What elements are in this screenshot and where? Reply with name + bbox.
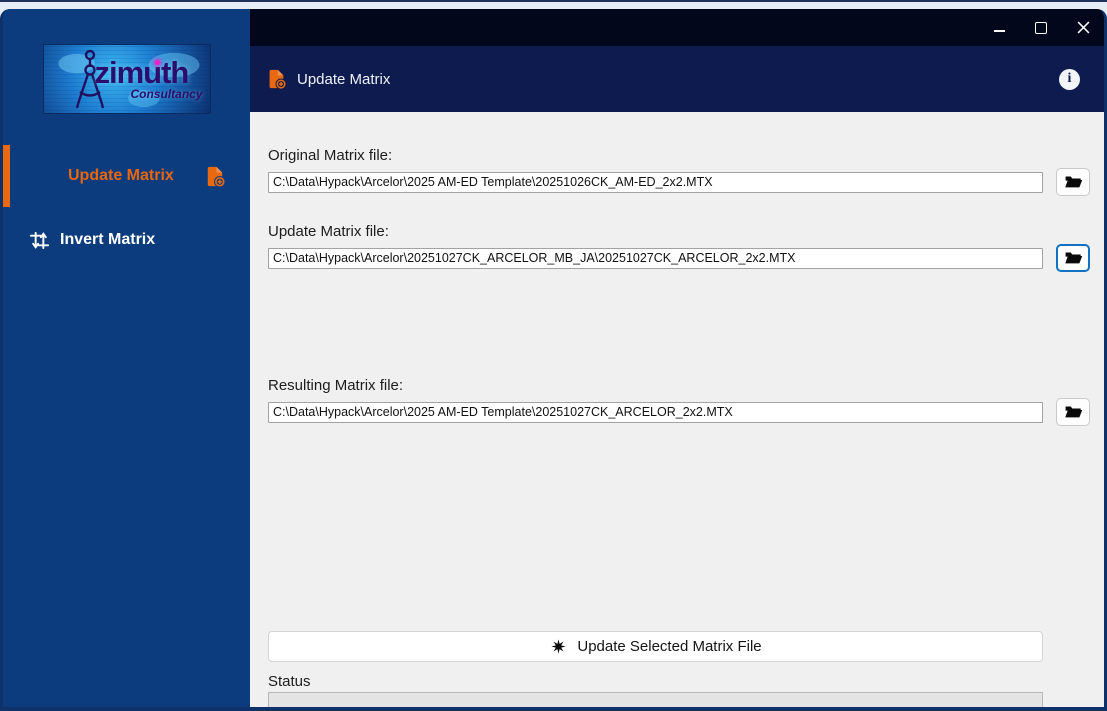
sidebar-item-invert-matrix[interactable]: Invert Matrix bbox=[3, 220, 250, 260]
update-matrix-field-group: Update Matrix file: bbox=[268, 223, 1090, 272]
update-matrix-label: Update Matrix file: bbox=[268, 223, 389, 240]
maximize-button[interactable] bbox=[1020, 9, 1062, 46]
update-selected-matrix-button[interactable]: Update Selected Matrix File bbox=[268, 631, 1043, 662]
close-icon bbox=[1077, 21, 1089, 34]
sidebar-item-label: Invert Matrix bbox=[60, 231, 156, 248]
maximize-icon bbox=[1035, 21, 1047, 34]
resulting-matrix-input[interactable] bbox=[268, 401, 1043, 423]
screen-edge bbox=[0, 0, 1107, 2]
update-button-label: Update Selected Matrix File bbox=[577, 638, 762, 655]
original-matrix-field-group: Original Matrix file: bbox=[268, 147, 1090, 196]
swap-vertical-icon bbox=[29, 231, 50, 249]
browse-resulting-button[interactable] bbox=[1056, 398, 1090, 426]
document-add-icon bbox=[269, 69, 287, 90]
azimuth-logo: zimuth Consultancy bbox=[42, 44, 211, 114]
sidebar-nav: Update Matrix Invert Matrix bbox=[3, 145, 250, 260]
content-panel: Original Matrix file: Update Matrix file… bbox=[250, 112, 1104, 707]
page-header: Update Matrix i bbox=[250, 46, 1104, 112]
page-title: Update Matrix bbox=[297, 70, 391, 88]
minimize-button[interactable] bbox=[978, 9, 1020, 46]
burst-star-icon bbox=[551, 639, 566, 654]
folder-open-icon bbox=[1064, 252, 1082, 264]
resulting-matrix-field-group: Resulting Matrix file: bbox=[268, 377, 1090, 426]
browse-original-button[interactable] bbox=[1056, 168, 1090, 196]
logo-title: zimuth bbox=[94, 55, 190, 90]
minimize-icon bbox=[993, 29, 1005, 32]
sidebar-item-update-matrix[interactable]: Update Matrix bbox=[3, 145, 250, 207]
close-button[interactable] bbox=[1062, 9, 1104, 46]
folder-open-icon bbox=[1064, 176, 1082, 188]
status-label: Status bbox=[268, 673, 311, 690]
app-window: zimuth Consultancy Update Matrix Invert … bbox=[0, 9, 1107, 711]
main-area: Update Matrix i Original Matrix file: C:… bbox=[250, 9, 1104, 707]
original-matrix-input[interactable] bbox=[268, 171, 1043, 193]
browse-update-button[interactable] bbox=[1056, 244, 1090, 272]
logo-subtitle: Consultancy bbox=[130, 87, 203, 101]
sidebar-item-label: Update Matrix bbox=[68, 167, 174, 184]
update-matrix-input[interactable] bbox=[268, 247, 1043, 269]
folder-open-icon bbox=[1064, 406, 1082, 418]
info-icon[interactable]: i bbox=[1059, 68, 1080, 90]
resulting-matrix-label: Resulting Matrix file: bbox=[268, 377, 404, 394]
original-matrix-label: Original Matrix file: bbox=[268, 147, 393, 164]
logo-accent-dot bbox=[154, 60, 160, 65]
document-add-icon bbox=[207, 166, 226, 188]
title-bar bbox=[250, 9, 1104, 46]
status-progress-bar bbox=[268, 692, 1043, 707]
sidebar: zimuth Consultancy Update Matrix Invert … bbox=[3, 9, 250, 707]
